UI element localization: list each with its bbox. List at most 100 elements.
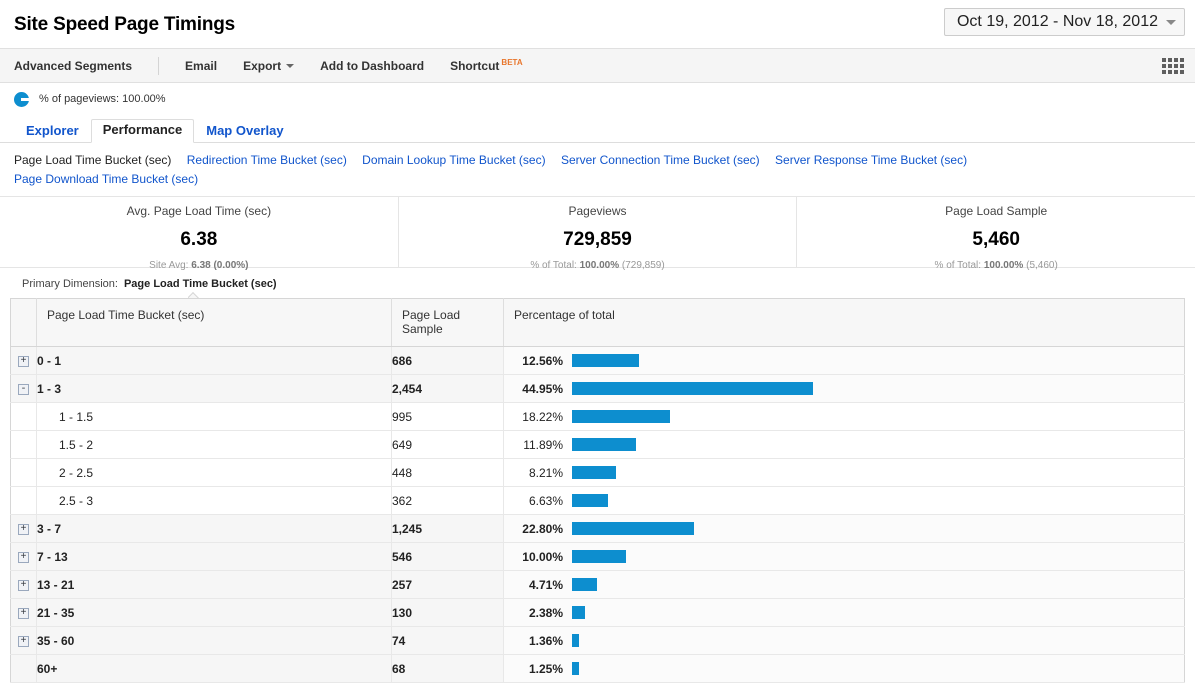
row-bucket-label[interactable]: 3 - 7: [36, 514, 392, 543]
dimension-links: Page Load Time Bucket (sec) Redirection …: [0, 143, 1120, 189]
row-toggle-cell: [10, 430, 37, 459]
dimension-link-redirection-time[interactable]: Redirection Time Bucket (sec): [187, 153, 347, 167]
row-toggle-cell[interactable]: +: [10, 514, 37, 543]
dimension-link-page-download-time[interactable]: Page Download Time Bucket (sec): [14, 172, 198, 186]
row-percentage-cell: 44.95%: [503, 374, 1185, 403]
row-bucket-label[interactable]: 35 - 60: [36, 626, 392, 655]
row-percentage-bar: [572, 466, 616, 479]
row-bucket-label[interactable]: 21 - 35: [36, 598, 392, 627]
row-percentage-bar: [572, 410, 670, 423]
table-row[interactable]: 2 - 2.5 448 8.21%: [10, 458, 1185, 487]
row-bucket-label[interactable]: 0 - 1: [36, 346, 392, 375]
row-percentage-bar: [572, 634, 580, 647]
table-header-row: Page Load Time Bucket (sec) Page Load Sa…: [10, 298, 1185, 347]
date-range-selector[interactable]: Oct 19, 2012 - Nov 18, 2012: [943, 8, 1185, 36]
dimension-link-server-response-time[interactable]: Server Response Time Bucket (sec): [775, 153, 967, 167]
row-percentage-cell: 8.21%: [503, 458, 1185, 487]
email-button[interactable]: Email: [185, 59, 217, 73]
tab-explorer[interactable]: Explorer: [14, 120, 91, 143]
expand-icon[interactable]: +: [18, 355, 29, 367]
expand-icon[interactable]: +: [18, 607, 29, 619]
date-range-label: Oct 19, 2012 - Nov 18, 2012: [956, 13, 1158, 30]
add-to-dashboard-button[interactable]: Add to Dashboard: [320, 59, 424, 73]
row-bucket-label[interactable]: 60+: [36, 654, 392, 683]
dimension-link-domain-lookup-time[interactable]: Domain Lookup Time Bucket (sec): [362, 153, 545, 167]
table-row[interactable]: 1 - 1.5 995 18.22%: [10, 402, 1185, 431]
row-percentage-bar: [572, 382, 813, 395]
row-percentage-value: 4.71%: [528, 577, 563, 592]
tab-performance[interactable]: Performance: [90, 119, 195, 143]
column-header-percentage[interactable]: Percentage of total: [503, 298, 1185, 347]
report-toolbar: Advanced Segments Email Export Add to Da…: [0, 49, 1195, 83]
pie-chart-icon: [14, 91, 29, 107]
sampling-row: % of pageviews: 100.00%: [0, 83, 1195, 115]
table-row[interactable]: +35 - 60 74 1.36%: [10, 626, 1185, 655]
row-toggle-cell[interactable]: +: [10, 542, 37, 571]
row-toggle-cell[interactable]: -: [10, 374, 37, 403]
table-row[interactable]: +13 - 21 257 4.71%: [10, 570, 1185, 599]
row-sample-value: 257: [391, 570, 504, 599]
table-body: +0 - 1 686 12.56% -1 - 3 2,454 44.95% 1 - 1.5 9…: [10, 346, 1185, 683]
export-label: Export: [243, 58, 282, 73]
metric-page-load-sample: Page Load Sample 5,460 % of Total: 100.0…: [797, 197, 1195, 271]
expand-icon[interactable]: +: [18, 635, 29, 647]
expand-icon[interactable]: +: [18, 551, 29, 563]
advanced-segments-button[interactable]: Advanced Segments: [14, 59, 132, 73]
table-row[interactable]: +0 - 1 686 12.56%: [10, 346, 1185, 375]
row-sample-value: 546: [391, 542, 504, 571]
row-sample-value: 1,245: [391, 514, 504, 543]
row-bucket-label[interactable]: 13 - 21: [36, 570, 392, 599]
report-table-container: Page Load Time Bucket (sec) Page Load Sa…: [0, 298, 1195, 683]
table-row[interactable]: -1 - 3 2,454 44.95%: [10, 374, 1185, 403]
column-header-sample[interactable]: Page Load Sample: [391, 298, 504, 347]
row-percentage-bar: [572, 606, 585, 619]
row-sample-value: 362: [391, 486, 504, 515]
collapse-icon[interactable]: -: [18, 383, 29, 395]
row-toggle-cell[interactable]: +: [10, 626, 37, 655]
table-row[interactable]: 2.5 - 3 362 6.63%: [10, 486, 1185, 515]
row-toggle-cell[interactable]: +: [10, 598, 37, 627]
row-percentage-value: 1.25%: [528, 661, 563, 676]
page-title: Site Speed Page Timings: [14, 14, 236, 35]
table-row[interactable]: +21 - 35 130 2.38%: [10, 598, 1185, 627]
metric-label: Pageviews: [568, 204, 627, 218]
row-sample-value: 649: [391, 430, 504, 459]
row-bucket-label[interactable]: 1 - 1.5: [36, 402, 392, 431]
row-percentage-bar: [572, 354, 640, 367]
row-bucket-label[interactable]: 1 - 3: [36, 374, 392, 403]
row-percentage-cell: 1.36%: [503, 626, 1185, 655]
row-bucket-label[interactable]: 1.5 - 2: [36, 430, 392, 459]
row-toggle-cell[interactable]: +: [10, 346, 37, 375]
primary-dimension-value[interactable]: Page Load Time Bucket (sec): [124, 278, 277, 290]
row-percentage-cell: 4.71%: [503, 570, 1185, 599]
table-row[interactable]: +3 - 7 1,245 22.80%: [10, 514, 1185, 543]
row-percentage-value: 18.22%: [522, 409, 563, 424]
row-bucket-label[interactable]: 2.5 - 3: [36, 486, 392, 515]
column-header-bucket[interactable]: Page Load Time Bucket (sec): [36, 298, 392, 347]
metric-label: Page Load Sample: [945, 204, 1048, 218]
table-row[interactable]: +7 - 13 546 10.00%: [10, 542, 1185, 571]
row-percentage-value: 10.00%: [522, 549, 563, 564]
shortcut-button[interactable]: Shortcut BETA: [450, 58, 523, 73]
row-sample-value: 74: [391, 626, 504, 655]
metric-value: 729,859: [563, 229, 632, 250]
export-button[interactable]: Export: [243, 58, 295, 73]
row-bucket-label[interactable]: 2 - 2.5: [36, 458, 392, 487]
row-percentage-value: 12.56%: [522, 353, 563, 368]
table-row[interactable]: 60+ 68 1.25%: [10, 654, 1185, 683]
dimension-link-page-load-time[interactable]: Page Load Time Bucket (sec): [14, 153, 171, 167]
expand-icon[interactable]: +: [18, 523, 29, 535]
grid-icon[interactable]: [1162, 58, 1184, 74]
row-toggle-cell[interactable]: +: [10, 570, 37, 599]
row-percentage-cell: 12.56%: [503, 346, 1185, 375]
row-toggle-cell: [10, 486, 37, 515]
caret-down-icon: [286, 63, 295, 68]
expand-icon[interactable]: +: [18, 579, 29, 591]
tab-map-overlay[interactable]: Map Overlay: [194, 120, 295, 143]
dimension-link-server-connection-time[interactable]: Server Connection Time Bucket (sec): [561, 153, 760, 167]
row-percentage-value: 1.36%: [528, 633, 563, 648]
row-bucket-label[interactable]: 7 - 13: [36, 542, 392, 571]
table-row[interactable]: 1.5 - 2 649 11.89%: [10, 430, 1185, 459]
row-percentage-bar: [572, 550, 626, 563]
table-notch: [188, 292, 199, 298]
